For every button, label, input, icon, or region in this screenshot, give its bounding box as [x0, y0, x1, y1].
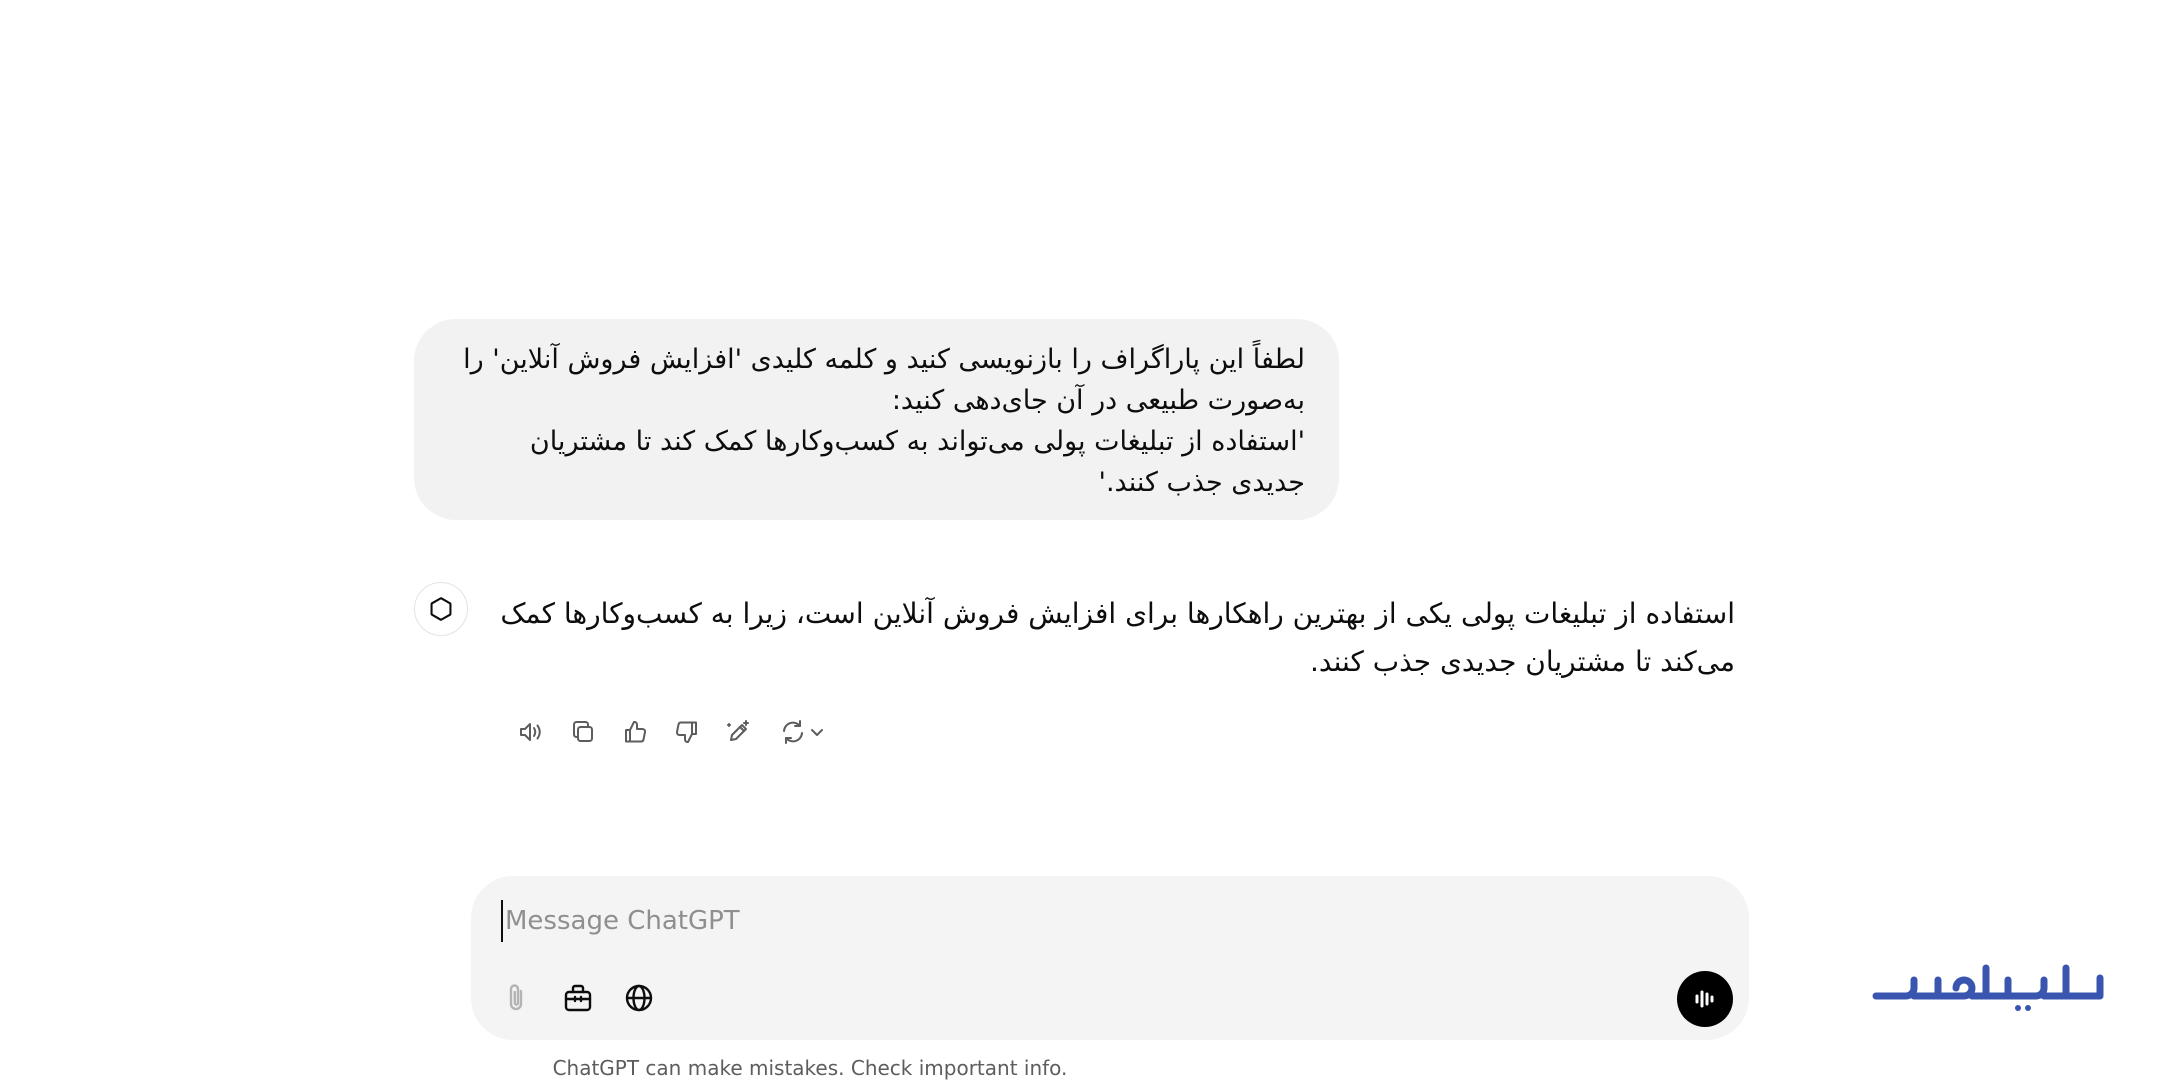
attach-file-button[interactable]: [495, 976, 539, 1020]
assistant-avatar: [414, 582, 468, 636]
openai-logo-icon: [430, 597, 452, 621]
assistant-message-line: استفاده از تبلیغات پولی یکی از بهترین را…: [500, 597, 1735, 630]
user-message-line: لطفاً این پاراگراف را بازنویسی کنید و کل…: [463, 344, 1305, 375]
voice-mode-button[interactable]: [1677, 971, 1733, 1027]
message-actions: [512, 712, 832, 752]
globe-icon: [625, 984, 653, 1012]
search-web-button[interactable]: [617, 976, 661, 1020]
message-composer: [471, 876, 1749, 1040]
regenerate-button[interactable]: [772, 713, 832, 751]
good-response-button[interactable]: [616, 713, 654, 751]
message-input[interactable]: [501, 900, 1687, 942]
speaker-icon: [520, 723, 541, 741]
iranserver-logo: [1872, 964, 2104, 1011]
user-message-line: به‌صورت طبیعی در آن جای‌دهی کنید:: [891, 385, 1305, 416]
assistant-message: استفاده از تبلیغات پولی یکی از بهترین را…: [500, 590, 1735, 686]
chevron-down-icon: [811, 729, 823, 736]
bad-response-button[interactable]: [668, 713, 706, 751]
copy-icon: [573, 721, 593, 742]
toolbox-icon: [564, 984, 592, 1012]
voice-waveform-icon: [1695, 990, 1714, 1008]
chat-page: لطفاً این پاراگراف را بازنویسی کنید و کل…: [0, 0, 2160, 1080]
user-message-line: 'استفاده از تبلیغات پولی می‌تواند به کسب…: [529, 426, 1305, 457]
tools-button[interactable]: [556, 976, 600, 1020]
user-message-bubble: لطفاً این پاراگراف را بازنویسی کنید و کل…: [414, 319, 1339, 520]
thumbs-up-icon: [625, 720, 647, 743]
user-message-line: جدیدی جذب کنند.': [1098, 467, 1305, 498]
paperclip-icon: [509, 984, 523, 1011]
disclaimer-text: ChatGPT can make mistakes. Check importa…: [552, 1056, 1068, 1080]
edit-in-canvas-button[interactable]: [720, 713, 758, 751]
read-aloud-button[interactable]: [512, 713, 550, 751]
regenerate-icon: [783, 720, 803, 744]
edit-canvas-icon: [727, 720, 749, 741]
assistant-message-line: می‌کند تا مشتریان جدیدی جذب کنند.: [1309, 645, 1735, 678]
copy-button[interactable]: [564, 713, 602, 751]
thumbs-down-icon: [675, 721, 697, 744]
